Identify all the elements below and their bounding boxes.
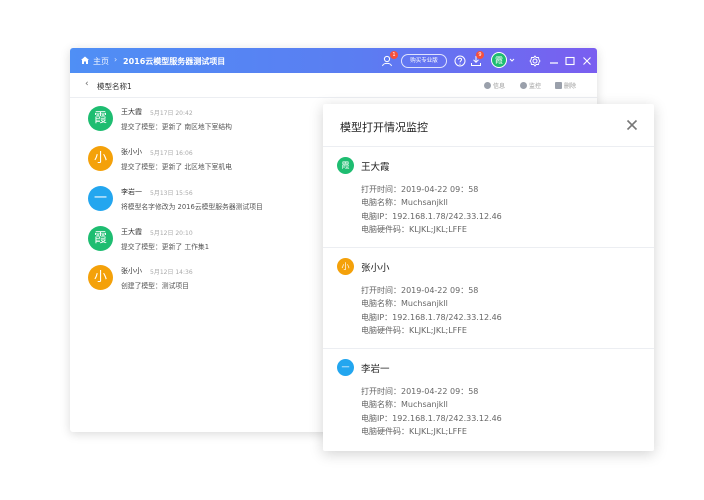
session-details: 打开时间：2019-04-22 09：58 电脑名称：Muchsanjkll 电… <box>361 284 502 337</box>
panel-title: 模型打开情况监控 <box>340 121 428 134</box>
pc-ip: 电脑IP：192.168.1.78/242.33.12.46 <box>361 413 502 423</box>
activity-time: 5月12日 14:36 <box>150 269 193 276</box>
open-time: 打开时间：2019-04-22 09：58 <box>361 387 479 396</box>
activity-text: 提交了模型：更新了 南区地下室结构 <box>121 123 232 131</box>
user-avatar[interactable]: 霞 <box>491 52 507 68</box>
avatar: 一 <box>337 359 354 376</box>
close-icon[interactable] <box>625 118 639 132</box>
session-item: 一 李岩一 打开时间：2019-04-22 09：58 电脑名称：Muchsan… <box>323 349 654 450</box>
info-button[interactable]: 信息 <box>484 81 505 90</box>
activity-user: 王大霞 <box>121 108 142 116</box>
close-window-icon[interactable] <box>580 54 594 68</box>
pc-name: 电脑名称：Muchsanjkll <box>361 198 448 208</box>
session-item: 小 张小小 打开时间：2019-04-22 09：58 电脑名称：Muchsan… <box>323 248 654 349</box>
model-name: 模型名称1 <box>97 82 132 91</box>
activity-time: 5月17日 16:06 <box>150 150 193 157</box>
pc-ip: 电脑IP：192.168.1.78/242.33.12.46 <box>361 211 502 221</box>
activity-user: 李岩一 <box>121 188 142 196</box>
avatar: 霞 <box>337 157 354 174</box>
members-badge: 1 <box>390 51 398 59</box>
avatar: 小 <box>337 258 354 275</box>
trash-icon <box>555 82 562 89</box>
home-icon[interactable] <box>80 55 90 65</box>
breadcrumb-separator: › <box>114 55 118 64</box>
session-user: 王大霞 <box>361 162 390 173</box>
pc-name: 电脑名称：Muchsanjkll <box>361 299 448 309</box>
session-details: 打开时间：2019-04-22 09：58 电脑名称：Muchsanjkll 电… <box>361 183 502 236</box>
session-details: 打开时间：2019-04-22 09：58 电脑名称：Muchsanjkll 电… <box>361 385 502 438</box>
session-item: 霞 王大霞 打开时间：2019-04-22 09：58 电脑名称：Muchsan… <box>323 147 654 248</box>
activity-time: 5月17日 20:42 <box>150 110 193 117</box>
help-icon[interactable] <box>453 54 467 68</box>
activity-text: 将模型名字修改为 2016云模型服务器测试项目 <box>121 203 263 211</box>
download-badge: 9 <box>476 51 484 59</box>
delete-button[interactable]: 删除 <box>555 81 576 90</box>
hardware-code: 电脑硬件码：KLJKL;JKL;LFFE <box>361 426 467 436</box>
activity-text: 提交了模型：更新了 北区地下室机电 <box>121 163 232 171</box>
avatar: 小 <box>88 265 113 290</box>
session-user: 李岩一 <box>361 364 390 375</box>
monitor-label: 监控 <box>529 83 542 90</box>
minimize-icon[interactable] <box>547 54 561 68</box>
info-icon <box>484 82 491 89</box>
activity-user: 王大霞 <box>121 228 142 236</box>
gear-icon[interactable] <box>528 54 542 68</box>
activity-text: 创建了模型：测试项目 <box>121 282 189 290</box>
monitor-panel: 模型打开情况监控 霞 王大霞 打开时间：2019-04-22 09：58 电脑名… <box>323 104 654 451</box>
project-title: 2016云模型服务器测试项目 <box>123 57 226 66</box>
activity-user: 张小小 <box>121 267 142 275</box>
hardware-code: 电脑硬件码：KLJKL;JKL;LFFE <box>361 325 467 335</box>
home-link[interactable]: 主页 <box>93 56 109 67</box>
model-toolbar: ‹ 模型名称1 信息 监控 删除 <box>70 73 597 98</box>
open-time: 打开时间：2019-04-22 09：58 <box>361 185 479 194</box>
upgrade-button[interactable]: 购买专业版 <box>401 54 447 68</box>
delete-label: 删除 <box>564 83 577 90</box>
eye-icon <box>520 82 527 89</box>
pc-name: 电脑名称：Muchsanjkll <box>361 400 448 410</box>
hardware-code: 电脑硬件码：KLJKL;JKL;LFFE <box>361 224 467 234</box>
avatar: 霞 <box>88 106 113 131</box>
open-time: 打开时间：2019-04-22 09：58 <box>361 286 479 295</box>
chevron-down-icon[interactable] <box>508 56 516 64</box>
activity-text: 提交了模型：更新了 工作集1 <box>121 243 210 251</box>
session-user: 张小小 <box>361 263 390 274</box>
info-label: 信息 <box>493 83 506 90</box>
avatar: 小 <box>88 146 113 171</box>
maximize-icon[interactable] <box>563 54 577 68</box>
activity-time: 5月12日 20:10 <box>150 230 193 237</box>
avatar: 霞 <box>88 226 113 251</box>
monitor-button[interactable]: 监控 <box>520 81 541 90</box>
pc-ip: 电脑IP：192.168.1.78/242.33.12.46 <box>361 312 502 322</box>
title-bar: 主页 › 2016云模型服务器测试项目 1 购买专业版 9 霞 <box>70 48 597 73</box>
avatar: 一 <box>88 186 113 211</box>
back-icon[interactable]: ‹ <box>85 79 89 89</box>
activity-time: 5月13日 15:56 <box>150 190 193 197</box>
activity-user: 张小小 <box>121 148 142 156</box>
